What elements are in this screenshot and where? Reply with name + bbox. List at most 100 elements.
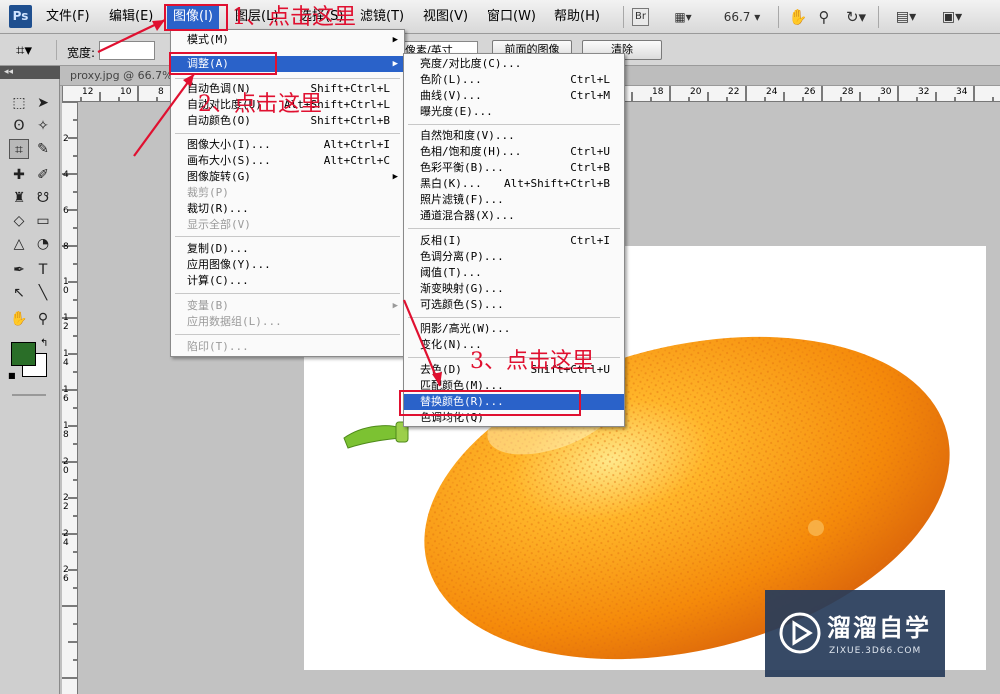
eraser-tool-icon[interactable]: ◇ [9,211,29,231]
menu-item-label: 画布大小(S)... [187,154,271,167]
ruler-label: 1 4 [63,349,69,368]
tools-panel: ◂◂ ⬚ ➤ ʘ ✧ ⌗ ✎ ✚ ✐ ♜ ☋ ◇ ▭ △ ◔ ✒ T ↖ ╲ ✋… [0,66,60,694]
menu-item-posterize[interactable]: 色调分离(P)... [404,249,624,265]
dodge-tool-icon[interactable]: ◔ [33,234,53,254]
line-tool-icon[interactable]: ╲ [33,283,53,303]
magic-wand-tool-icon[interactable]: ✧ [33,116,53,136]
menu-item-label: 照片滤镜(F)... [420,193,504,206]
zoom-level-select[interactable]: 66.7 ▾ [718,7,766,27]
menu-item-calculations[interactable]: 计算(C)... [171,273,404,289]
menu-item-selective-color[interactable]: 可选颜色(S)... [404,297,624,313]
menu-item-photo-filter[interactable]: 照片滤镜(F)... [404,192,624,208]
marquee-tool-icon[interactable]: ⬚ [9,93,29,113]
ruler-label: 20 [690,87,702,97]
menu-item-label: 去色(D) [420,363,462,376]
menu-filter[interactable]: 滤镜(T) [360,8,404,26]
menu-item-image-rotation[interactable]: 图像旋转(G) ▶ [171,169,404,185]
eyedropper-tool-icon[interactable]: ✎ [33,139,53,159]
menu-item-label: 应用图像(Y)... [187,258,271,271]
image-menu: 模式(M) ▶ 调整(A) ▶ 自动色调(N) Shift+Ctrl+L 自动对比度(… [170,29,405,357]
menu-file[interactable]: 文件(F) [46,8,90,26]
menu-item-curves[interactable]: 曲线(V)... Ctrl+M [404,88,624,104]
menu-item-levels[interactable]: 色阶(L)... Ctrl+L [404,72,624,88]
menu-item-trim[interactable]: 裁切(R)... [171,201,404,217]
menu-item-gradient-map[interactable]: 渐变映射(G)... [404,281,624,297]
rotate-view-icon[interactable]: ↻▾ [844,7,868,27]
type-tool-icon[interactable]: T [33,260,53,280]
crop-tool-icon[interactable]: ⌗ [9,139,29,159]
menu-item-variables: 变量(B) ▶ [171,298,404,314]
menu-item-label: 通道混合器(X)... [420,209,515,222]
screen-mode-icon[interactable]: ▣▾ [934,7,970,27]
menu-item-label: 反相(I) [420,234,462,247]
tools-panel-header[interactable]: ◂◂ [0,66,60,79]
ruler-label: 8 [158,87,164,97]
watermark-brand: 溜溜自学 [827,614,931,642]
lasso-tool-icon[interactable]: ʘ [9,116,29,136]
menu-item-shortcut: Ctrl+U [570,145,610,158]
history-brush-tool-icon[interactable]: ☋ [33,188,53,208]
hand-tool-icon[interactable]: ✋ [9,309,29,329]
foreground-color-swatch[interactable] [11,342,36,366]
clone-stamp-tool-icon[interactable]: ♜ [9,188,29,208]
ruler-label: 30 [880,87,892,97]
menu-item-color-balance[interactable]: 色彩平衡(B)... Ctrl+B [404,160,624,176]
swap-colors-icon[interactable]: ↰ [40,338,48,349]
menu-item-label: 变量(B) [187,299,229,312]
menu-window[interactable]: 窗口(W) [487,8,536,26]
toolbar-separator [878,6,879,28]
menu-item-shadows-highlights[interactable]: 阴影/高光(W)... [404,321,624,337]
menu-bar: Ps 文件(F) 编辑(E) 图像(I) 图层(L) 选择(S) 滤镜(T) 视… [0,0,1000,34]
menu-item-apply-image[interactable]: 应用图像(Y)... [171,257,404,273]
zoom-tool-icon[interactable]: ⚲ [33,309,53,329]
menu-item-label: 自然饱和度(V)... [420,129,515,142]
menu-item-canvas-size[interactable]: 画布大小(S)... Alt+Ctrl+C [171,153,404,169]
menu-item-duplicate[interactable]: 复制(D)... [171,241,404,257]
menu-item-threshold[interactable]: 阈值(T)... [404,265,624,281]
menu-item-label: 可选颜色(S)... [420,298,504,311]
menu-item-exposure[interactable]: 曝光度(E)... [404,104,624,120]
path-selection-tool-icon[interactable]: ↖ [9,283,29,303]
menu-item-reveal-all: 显示全部(V) [171,217,404,233]
gradient-tool-icon[interactable]: ▭ [33,211,53,231]
blur-tool-icon[interactable]: △ [9,234,29,254]
ruler-label: 32 [918,87,930,97]
view-extras-icon[interactable]: ▦▾ [666,7,700,27]
pen-tool-icon[interactable]: ✒ [9,260,29,280]
menu-item-label: 渐变映射(G)... [420,282,504,295]
menu-item-brightness-contrast[interactable]: 亮度/对比度(C)... [404,56,624,72]
ruler-label: 28 [842,87,854,97]
width-input[interactable] [99,41,155,60]
zoom-tool-icon[interactable]: ⚲ [814,7,834,27]
brush-tool-icon[interactable]: ✐ [33,165,53,185]
bridge-button[interactable]: Br [632,8,649,26]
quick-mask-icon[interactable] [12,394,46,396]
menu-item-hue-saturation[interactable]: 色相/饱和度(H)... Ctrl+U [404,144,624,160]
menu-item-mode[interactable]: 模式(M) ▶ [171,32,404,48]
menu-view[interactable]: 视图(V) [423,8,468,26]
watermark: 溜溜自学 ZIXUE.3D66.COM [765,590,945,677]
menu-item-label: 色相/饱和度(H)... [420,145,522,158]
menu-item-black-white[interactable]: 黑白(K)... Alt+Shift+Ctrl+B [404,176,624,192]
menu-item-invert[interactable]: 反相(I) Ctrl+I [404,233,624,249]
menu-edit[interactable]: 编辑(E) [109,8,153,26]
menu-item-label: 黑白(K)... [420,177,482,190]
default-colors-icon[interactable]: ■ [8,371,16,380]
healing-brush-tool-icon[interactable]: ✚ [9,165,29,185]
hand-tool-icon[interactable]: ✋ [788,7,808,27]
menu-item-channel-mixer[interactable]: 通道混合器(X)... [404,208,624,224]
menu-separator [408,124,620,125]
menu-separator [408,317,620,318]
menu-help[interactable]: 帮助(H) [554,8,600,26]
menu-item-vibrance[interactable]: 自然饱和度(V)... [404,128,624,144]
photoshop-logo: Ps [9,5,32,28]
ruler-label: 1 8 [63,421,69,440]
menu-item-label: 阴影/高光(W)... [420,322,511,335]
menu-item-shortcut: Shift+Ctrl+L [310,82,390,95]
arrange-documents-icon[interactable]: ▤▾ [888,7,924,27]
crop-tool-icon[interactable]: ⌗▾ [16,41,32,59]
menu-item-label: 图像大小(I)... [187,138,271,151]
menu-item-image-size[interactable]: 图像大小(I)... Alt+Ctrl+I [171,137,404,153]
menu-item-shortcut: Ctrl+B [570,161,610,174]
move-tool-icon[interactable]: ➤ [33,93,53,113]
